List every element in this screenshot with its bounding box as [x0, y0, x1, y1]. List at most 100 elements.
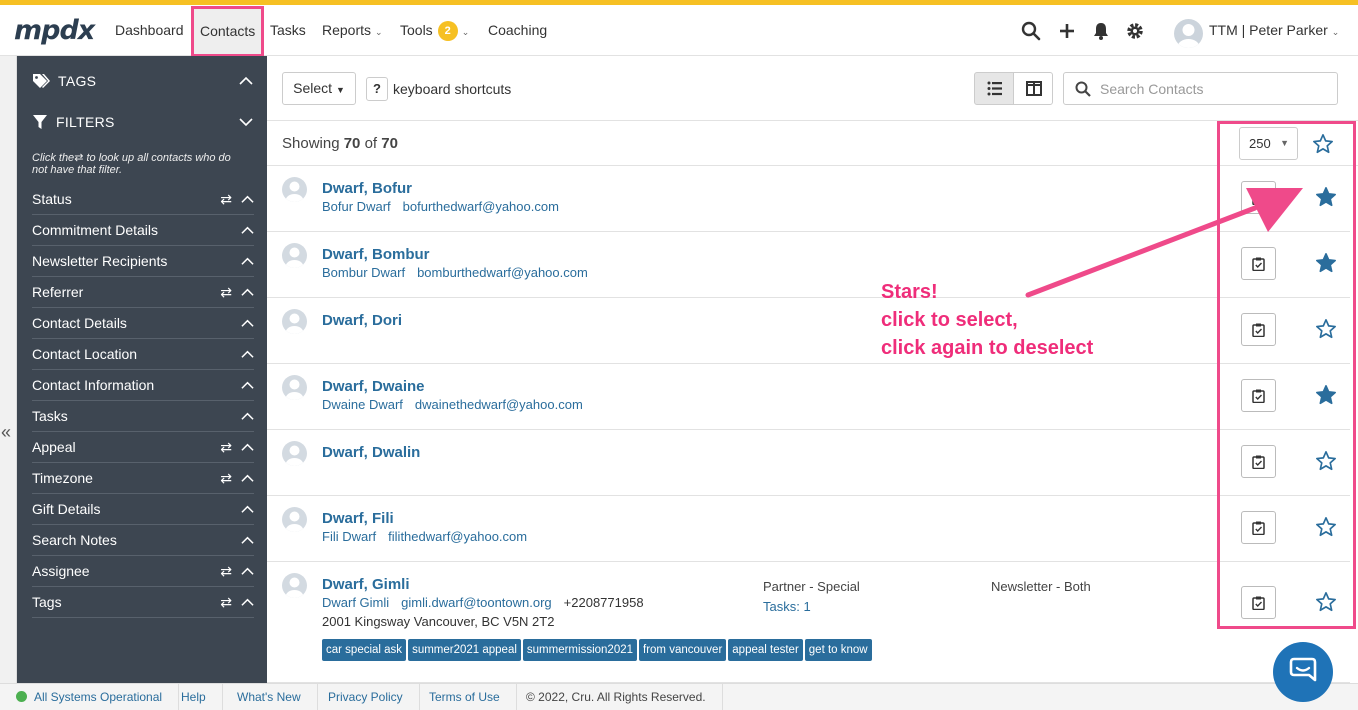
privacy-policy-link[interactable]: Privacy Policy	[312, 684, 420, 710]
filter-item[interactable]: Assignee ⇄	[32, 556, 254, 587]
terms-of-use-link[interactable]: Terms of Use	[413, 684, 517, 710]
person-name-link[interactable]: Bofur Dwarf	[322, 199, 391, 214]
swap-icon[interactable]: ⇄	[220, 432, 232, 462]
chevron-up-icon[interactable]	[241, 534, 254, 547]
email-link[interactable]: filithedwarf@yahoo.com	[388, 529, 527, 544]
chevron-up-icon[interactable]	[241, 255, 254, 268]
tasks-link[interactable]: Tasks: 1	[763, 599, 811, 614]
chat-support-button[interactable]	[1273, 642, 1333, 702]
contact-name-link[interactable]: Dwarf, Dori	[322, 312, 402, 329]
tag-chip[interactable]: summer2021 appeal	[408, 639, 521, 661]
contact-name-link[interactable]: Dwarf, Dwaine	[322, 378, 425, 395]
chevron-up-icon[interactable]	[241, 441, 254, 454]
gear-icon[interactable]	[1125, 21, 1145, 41]
chevron-up-icon[interactable]	[241, 503, 254, 516]
person-name-link[interactable]: Dwarf Gimli	[322, 595, 389, 610]
contact-name-link[interactable]: Dwarf, Bombur	[322, 246, 430, 263]
filter-item[interactable]: Search Notes	[32, 525, 254, 556]
email-link[interactable]: gimli.dwarf@toontown.org	[401, 595, 551, 610]
nav-contacts[interactable]: Contacts	[191, 6, 265, 57]
select-dropdown-button[interactable]: Select ▼	[282, 72, 356, 105]
filter-item-label: Status	[32, 191, 72, 207]
chevron-up-icon[interactable]	[241, 565, 254, 578]
filter-item[interactable]: Appeal ⇄	[32, 432, 254, 463]
chevron-up-icon[interactable]	[241, 410, 254, 423]
tags-header[interactable]: TAGS	[32, 69, 96, 93]
mpdx-logo[interactable]: mpdx	[14, 15, 95, 46]
tag-chip[interactable]: appeal tester	[728, 639, 803, 661]
person-name-link[interactable]: Bombur Dwarf	[322, 265, 405, 280]
chevron-down-icon[interactable]	[239, 115, 253, 129]
email-link[interactable]: bomburthedwarf@yahoo.com	[417, 265, 588, 280]
swap-icon: ⇄	[74, 152, 84, 164]
nav-tools[interactable]: Tools 2 ⌄	[400, 5, 469, 56]
help-link[interactable]: Help	[165, 684, 223, 710]
email-link[interactable]: dwainethedwarf@yahoo.com	[415, 397, 583, 412]
contact-row[interactable]: Dwarf, Fili Fili Dwarf filithedwarf@yahoo.…	[267, 496, 1350, 562]
nav-coaching[interactable]: Coaching	[488, 5, 547, 56]
contact-row[interactable]: Dwarf, Dwalin	[267, 430, 1350, 496]
nav-tasks[interactable]: Tasks	[270, 5, 306, 56]
sidebar-collapse-strip[interactable]: «	[0, 56, 17, 683]
double-chevron-left-icon[interactable]: «	[1, 422, 11, 443]
tag-chip[interactable]: car special ask	[322, 639, 407, 661]
filter-item[interactable]: Contact Details	[32, 308, 254, 339]
chevron-up-icon[interactable]	[241, 224, 254, 237]
swap-icon[interactable]: ⇄	[220, 587, 232, 617]
tag-chip[interactable]: summermission2021	[522, 639, 638, 661]
filter-item[interactable]: Gift Details	[32, 494, 254, 525]
email-link[interactable]: bofurthedwarf@yahoo.com	[403, 199, 559, 214]
person-name-link[interactable]: Dwaine Dwarf	[322, 397, 403, 412]
help-icon[interactable]: ?	[366, 77, 388, 101]
user-menu[interactable]: TTM | Peter Parker ⌄	[1209, 5, 1339, 58]
contact-name-link[interactable]: Dwarf, Dwalin	[322, 444, 420, 461]
person-name-link[interactable]: Fili Dwarf	[322, 529, 376, 544]
filter-item[interactable]: Commitment Details	[32, 215, 254, 246]
chevron-up-icon[interactable]	[241, 348, 254, 361]
filter-item[interactable]: Status ⇄	[32, 184, 254, 215]
filter-item[interactable]: Referrer ⇄	[32, 277, 254, 308]
tags-icon	[33, 74, 50, 88]
swap-icon[interactable]: ⇄	[220, 184, 232, 214]
plus-icon[interactable]	[1057, 21, 1077, 41]
chevron-up-icon[interactable]	[241, 286, 254, 299]
chevron-up-icon[interactable]	[241, 379, 254, 392]
chevron-up-icon[interactable]	[239, 74, 253, 88]
contact-avatar	[282, 243, 307, 268]
nav-dashboard[interactable]: Dashboard	[115, 5, 184, 56]
user-avatar[interactable]	[1174, 19, 1203, 48]
contact-name-link[interactable]: Dwarf, Fili	[322, 510, 394, 527]
filter-item[interactable]: Timezone ⇄	[32, 463, 254, 494]
contact-row[interactable]: Dwarf, Dwaine Dwaine Dwarf dwainethedwarf@…	[267, 364, 1350, 430]
shown-count: 70	[343, 135, 361, 152]
filter-item[interactable]: Tags ⇄	[32, 587, 254, 618]
chevron-up-icon[interactable]	[241, 472, 254, 485]
swap-icon[interactable]: ⇄	[220, 463, 232, 493]
search-icon[interactable]	[1021, 21, 1041, 41]
contact-row[interactable]: Dwarf, Gimli Dwarf Gimli gimli.dwarf@toont…	[267, 562, 1350, 683]
contact-name-link[interactable]: Dwarf, Gimli	[322, 576, 410, 593]
filter-item[interactable]: Tasks	[32, 401, 254, 432]
chevron-up-icon[interactable]	[241, 596, 254, 609]
search-contacts-box[interactable]	[1063, 72, 1338, 105]
filter-item[interactable]: Newsletter Recipients	[32, 246, 254, 277]
filter-item[interactable]: Contact Information	[32, 370, 254, 401]
chevron-up-icon[interactable]	[241, 317, 254, 330]
system-status-link[interactable]: All Systems Operational	[0, 684, 180, 710]
swap-icon[interactable]: ⇄	[220, 556, 232, 586]
split-view-button[interactable]	[1013, 72, 1053, 105]
search-contacts-input[interactable]	[1100, 73, 1330, 104]
contact-avatar	[282, 441, 307, 466]
swap-icon[interactable]: ⇄	[220, 277, 232, 307]
list-view-button[interactable]	[974, 72, 1014, 105]
chevron-up-icon[interactable]	[241, 193, 254, 206]
filter-item[interactable]: Contact Location	[32, 339, 254, 370]
bell-icon[interactable]	[1091, 21, 1111, 41]
tag-chip[interactable]: from vancouver	[639, 639, 727, 661]
nav-reports[interactable]: Reports ⌄	[322, 5, 383, 56]
filters-header[interactable]: FILTERS	[32, 110, 115, 134]
whats-new-link[interactable]: What's New	[221, 684, 318, 710]
tag-chip[interactable]: get to know	[804, 639, 872, 661]
keyboard-shortcuts-link[interactable]: keyboard shortcuts	[393, 77, 511, 101]
contact-name-link[interactable]: Dwarf, Bofur	[322, 180, 412, 197]
